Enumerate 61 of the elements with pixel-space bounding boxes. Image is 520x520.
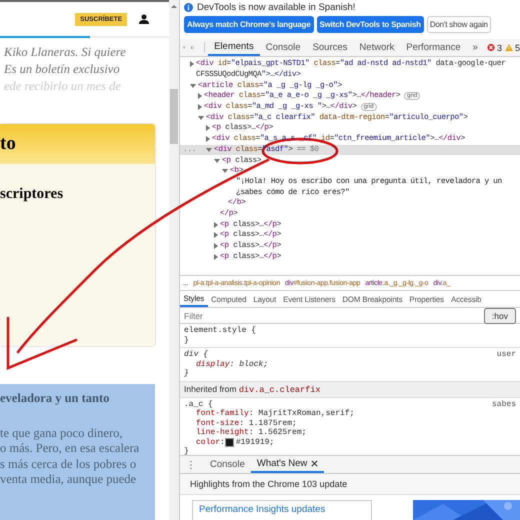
warning-count: 5 [514,42,520,52]
info-icon [184,3,193,12]
filter-field[interactable]: Filter [184,310,334,320]
panel-tab[interactable]: Console [260,39,307,56]
expand-arrow-icon[interactable] [214,222,218,228]
expand-arrow-icon[interactable] [190,84,196,88]
error-icon [486,42,495,53]
infobar-button[interactable]: Switch DevTools to Spanish [316,16,424,33]
expand-arrow-icon[interactable] [222,169,228,174]
article-text-line: te que gana poco dinero, [0,426,124,442]
expand-arrow-icon[interactable] [214,232,218,238]
closing-brace: } [184,447,189,455]
expand-arrow-icon[interactable] [198,116,204,120]
expand-arrow-icon[interactable] [214,158,220,163]
expand-arrow-icon[interactable] [206,125,210,132]
css-selector: div { [184,350,208,360]
drawer-tab[interactable]: What's New [256,458,308,469]
css-declaration[interactable]: font-size: 1.1875rem; [184,418,516,428]
inherited-from-label: Inherited from div.a_c.clearfix [180,382,520,398]
expand-arrow-icon[interactable] [190,61,194,68]
lead-text-line: Kiko Llaneras. Si quiere [4,44,127,61]
infobar-button[interactable]: Always match Chrome's language [184,16,314,33]
closing-brace: } [184,336,189,345]
info-message: DevTools is now available in Spanish! [197,2,356,13]
account-icon[interactable] [139,14,150,24]
article-text-line: s más cerca de los pobres o [0,456,138,472]
css-selector: .a_c { [184,400,213,409]
expand-arrow-icon[interactable] [206,148,212,152]
css-declaration[interactable]: line-height: 1.5625rem; [184,428,516,438]
warning-icon [504,42,513,53]
promo-subtitle: scriptores [0,185,64,203]
expand-arrow-icon[interactable] [214,254,218,260]
expand-arrow-icon[interactable] [198,93,202,100]
infobar-button[interactable]: Don't show again [426,16,491,33]
stylesheet-source[interactable]: sabes [492,400,516,409]
close-icon[interactable] [311,460,318,467]
css-declaration[interactable]: color: #191919; [184,438,516,447]
expand-arrow-icon[interactable] [206,136,210,142]
whats-new-headline: Highlights from the Chrome 103 update [180,474,520,495]
css-declaration[interactable]: font-family: MajritTxRoman,serif; [184,409,516,418]
css-declaration[interactable]: display: block; [184,360,516,369]
stylesheet-source[interactable]: user [496,350,516,360]
more-tabs-button[interactable]: » [466,39,484,56]
expand-arrow-icon[interactable] [214,243,218,250]
closing-brace: } [184,369,189,378]
lead-text-line: Es un boletín exclusivo [4,61,121,78]
article-heading: eveladora y un tanto [0,391,110,406]
panel-tab[interactable]: Network [353,39,400,56]
color-swatch[interactable] [224,438,234,447]
error-count: 3 [496,42,502,52]
promo-title: to [0,133,16,155]
expand-arrow-icon[interactable] [198,104,202,110]
panel-tab[interactable]: Sources [306,39,354,56]
css-selector: element.style { [184,326,256,336]
hover-state-button[interactable]: :hov [484,308,516,324]
panel-tab[interactable]: Elements [208,39,260,56]
panel-tab[interactable]: Performance [400,39,467,56]
article-text-line: venta media, aunque puede [0,472,138,488]
article-text-line: o más. Pero, en esa escalera [0,441,140,457]
drawer-tab[interactable]: Console [210,459,245,470]
feature-card-link[interactable]: Performance Insights updates [192,500,372,520]
